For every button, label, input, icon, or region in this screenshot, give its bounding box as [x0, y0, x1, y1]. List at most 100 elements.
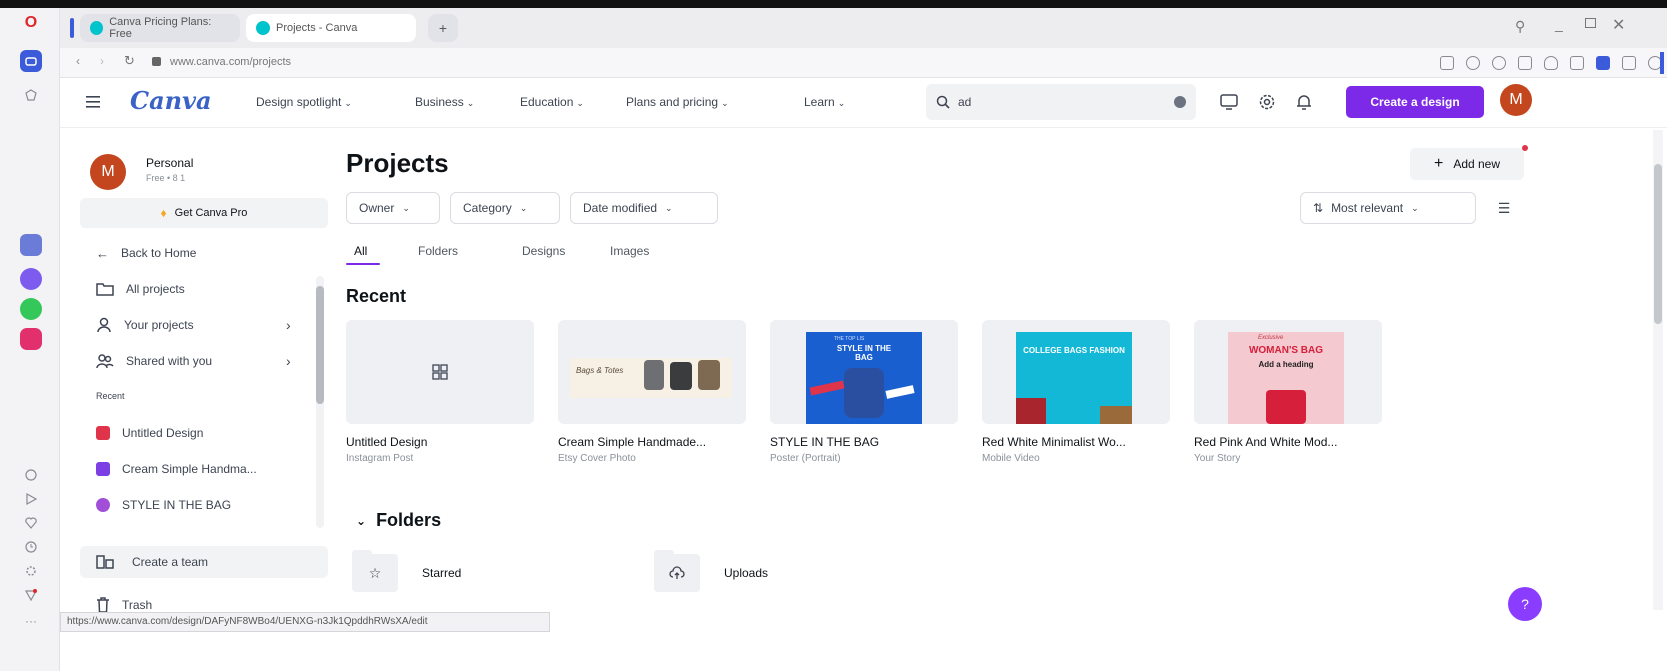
get-pro-label: Get Canva Pro	[174, 207, 248, 219]
tab-folders[interactable]: Folders	[418, 244, 458, 258]
nav-label: Design spotlight	[256, 95, 342, 109]
chevron-down-icon: ⌄	[402, 202, 410, 213]
battery-saver-icon[interactable]	[1596, 56, 1610, 70]
help-button[interactable]: ?	[1508, 587, 1542, 621]
tab-images[interactable]: Images	[610, 244, 649, 258]
recent-item[interactable]: Untitled Design	[96, 418, 203, 448]
tag-shape	[809, 380, 845, 396]
page-scroll-thumb[interactable]	[1654, 164, 1662, 324]
whatsapp-icon[interactable]	[20, 298, 42, 320]
minimize-icon[interactable]: _	[1555, 16, 1563, 32]
nav-business[interactable]: Business ⌄	[415, 95, 474, 109]
player-rail-icon[interactable]	[20, 488, 42, 510]
sidebar-scroll-thumb[interactable]	[316, 286, 324, 404]
settings-icon[interactable]	[1258, 93, 1276, 111]
trash-icon	[97, 597, 109, 613]
search-input[interactable]: ad	[926, 84, 1196, 120]
camera-icon[interactable]	[1466, 56, 1480, 70]
sidebar-scrollbar[interactable]	[316, 276, 324, 528]
nav-education[interactable]: Education ⌄	[520, 95, 584, 109]
photos-app-icon[interactable]	[20, 234, 42, 256]
cloud-upload-icon	[669, 566, 685, 579]
trash-label: Trash	[122, 598, 153, 612]
sort-dropdown[interactable]: ⇅ Most relevant ⌄	[1300, 192, 1476, 224]
sidebar-item-shared[interactable]: Shared with you ›	[96, 346, 291, 376]
add-workspace-icon[interactable]	[20, 84, 42, 106]
clear-search-icon[interactable]	[1174, 96, 1186, 108]
nav-learn[interactable]: Learn ⌄	[804, 95, 845, 109]
tab-all[interactable]: All	[354, 244, 367, 258]
screenshot-icon[interactable]	[1440, 56, 1454, 70]
easy-setup-icon[interactable]	[1622, 56, 1636, 70]
folders-section-toggle[interactable]: ⌄ Folders	[356, 510, 441, 531]
design-card[interactable]: Exclusive WOMAN'S BAG Add a heading Red …	[1194, 320, 1382, 464]
camera-rail-icon[interactable]	[20, 464, 42, 486]
downloads-icon[interactable]	[1570, 56, 1584, 70]
design-thumbnail[interactable]: Exclusive WOMAN'S BAG Add a heading	[1194, 320, 1382, 424]
chevron-down-icon: ⌄	[1411, 202, 1419, 213]
forward-nav-icon[interactable]: ›	[100, 54, 104, 68]
desktop-app-icon[interactable]	[1220, 94, 1238, 110]
player-icon[interactable]	[1518, 56, 1532, 70]
recent-item[interactable]: STYLE IN THE BAG	[96, 490, 231, 520]
sidebar-item-all-projects[interactable]: All projects	[96, 274, 185, 304]
chevron-right-icon: ›	[286, 317, 291, 333]
heart-rail-icon[interactable]	[20, 512, 42, 534]
browser-tab-projects[interactable]: Projects - Canva	[246, 14, 416, 42]
account-name[interactable]: Personal	[146, 156, 193, 170]
create-design-button[interactable]: Create a design	[1346, 86, 1484, 118]
add-new-button[interactable]: + Add new	[1410, 148, 1524, 180]
url-text[interactable]: www.canva.com/projects	[170, 56, 291, 68]
design-thumbnail[interactable]: COLLEGE BAGS FASHION	[982, 320, 1170, 424]
owner-filter[interactable]: Owner ⌄	[346, 192, 440, 224]
more-rail-icon[interactable]: ···	[20, 610, 42, 632]
sidebar-item-your-projects[interactable]: Your projects ›	[96, 310, 291, 340]
back-nav-icon[interactable]: ‹	[76, 54, 80, 68]
get-canva-pro-button[interactable]: ♦ Get Canva Pro	[80, 198, 328, 228]
user-avatar[interactable]: M	[1500, 84, 1532, 116]
design-card[interactable]: Bags & Totes Cream Simple Handmade... Et…	[558, 320, 746, 464]
folder-uploads[interactable]: Uploads	[654, 550, 768, 592]
canva-logo[interactable]: Canva	[130, 86, 212, 115]
reload-icon[interactable]: ↻	[124, 53, 135, 69]
design-thumbnail[interactable]: Bags & Totes	[558, 320, 746, 424]
grid-icon	[432, 364, 448, 380]
design-card[interactable]: Untitled Design Instagram Post	[346, 320, 534, 464]
account-avatar[interactable]: M	[90, 154, 126, 190]
page-title: Projects	[346, 148, 449, 178]
page-scrollbar[interactable]	[1653, 130, 1663, 610]
create-team-button[interactable]: Create a team	[80, 546, 328, 578]
opera-logo-icon[interactable]: O	[20, 12, 42, 34]
history-rail-icon[interactable]	[20, 536, 42, 558]
tab-designs[interactable]: Designs	[522, 244, 565, 258]
design-thumbnail[interactable]	[346, 320, 534, 424]
favorites-icon[interactable]	[1544, 56, 1558, 70]
nav-plans-pricing[interactable]: Plans and pricing ⌄	[626, 95, 729, 109]
sidebar-item-label: Your projects	[124, 318, 194, 332]
restore-icon[interactable]	[1585, 18, 1596, 28]
category-filter[interactable]: Category ⌄	[450, 192, 560, 224]
notifications-bell-icon[interactable]	[1296, 93, 1312, 111]
browser-tab-pricing[interactable]: Canva Pricing Plans: Free	[80, 14, 240, 42]
design-thumbnail[interactable]: THE TOP LIS STYLE IN THE BAG	[770, 320, 958, 424]
close-icon[interactable]: ✕	[1612, 15, 1625, 35]
nav-design-spotlight[interactable]: Design spotlight ⌄	[256, 95, 352, 109]
design-card[interactable]: THE TOP LIS STYLE IN THE BAG STYLE IN TH…	[770, 320, 958, 464]
new-tab-button[interactable]: +	[428, 14, 458, 42]
recent-item[interactable]: Cream Simple Handma...	[96, 454, 257, 484]
messenger-icon[interactable]	[20, 268, 42, 290]
date-modified-filter[interactable]: Date modified ⌄	[570, 192, 718, 224]
settings-rail-icon[interactable]	[20, 560, 42, 582]
aria-rail-icon[interactable]	[20, 584, 42, 606]
workspace-icon[interactable]	[20, 50, 42, 72]
instagram-icon[interactable]	[20, 328, 42, 350]
hamburger-menu-icon[interactable]	[86, 96, 100, 108]
vpn-icon[interactable]	[1492, 56, 1506, 70]
bag-image	[1100, 406, 1132, 424]
back-to-home-link[interactable]: ← Back to Home	[96, 238, 196, 268]
list-view-toggle[interactable]: ☰	[1482, 192, 1526, 224]
folder-starred[interactable]: ☆ Starred	[352, 550, 461, 592]
search-tabs-icon[interactable]: ⚲	[1515, 18, 1525, 35]
bag-image	[1016, 398, 1046, 424]
design-card[interactable]: COLLEGE BAGS FASHION Red White Minimalis…	[982, 320, 1170, 464]
